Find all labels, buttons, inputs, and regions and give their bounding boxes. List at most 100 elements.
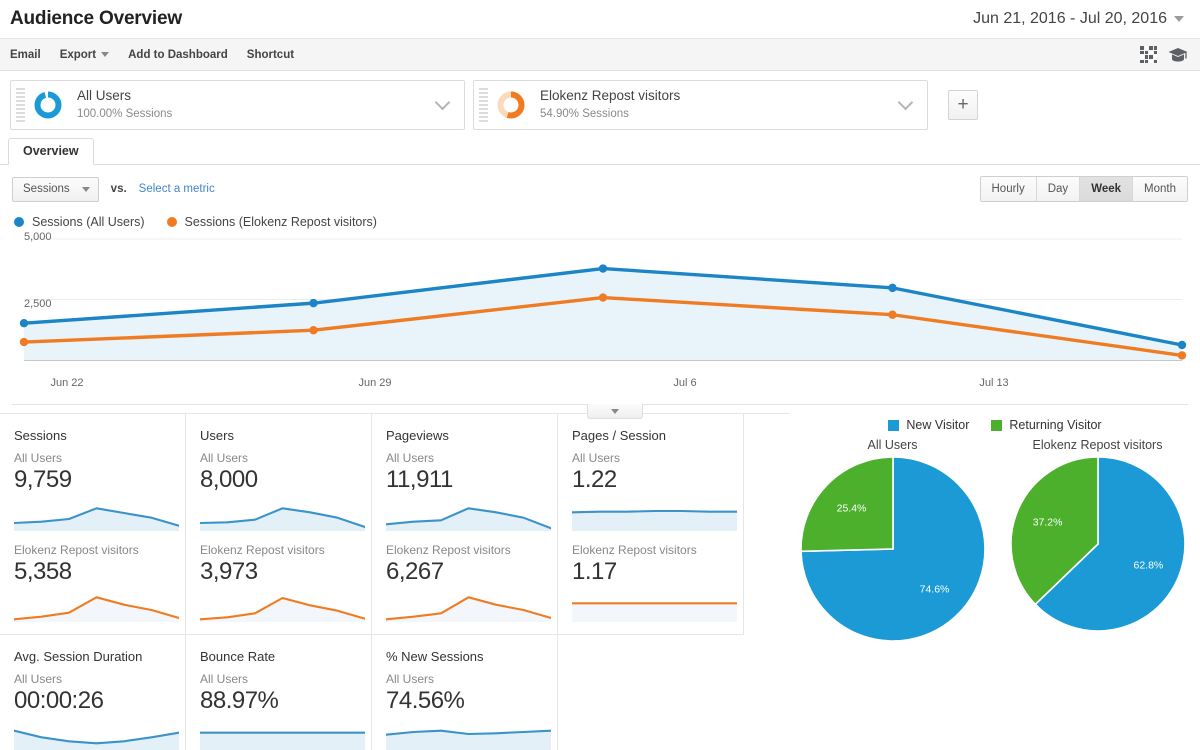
chart-canvas [19,238,1187,361]
segment-name: Elokenz Repost visitors [540,88,681,104]
legend-item-all-users[interactable]: Sessions (All Users) [14,215,145,229]
metric-title: Users [200,428,234,443]
add-segment-button[interactable]: + [948,90,978,120]
metric-title: Bounce Rate [200,649,276,665]
metric-card-pages-per-session[interactable]: Pages / Session All Users 1.22 Elokenz R… [558,414,744,635]
sparkline-all-users [14,506,179,531]
action-toolbar: Email Export Add to Dashboard Shortcut [0,38,1200,71]
pie-chart-elokenz[interactable]: 62.8% 37.2% [995,454,1200,644]
metric-card-pageviews[interactable]: Pageviews All Users 11,911 Elokenz Repos… [372,414,558,635]
chevron-down-icon [81,186,90,192]
drag-handle-icon[interactable] [16,88,25,122]
pie-legend-new-visitor[interactable]: New Visitor [888,418,969,432]
metrics-grid: Sessions All Users 9,759 Elokenz Repost … [0,414,790,750]
pie-chart-all-users[interactable]: 74.6% 25.4% [790,454,995,644]
graduation-cap-icon[interactable] [1168,47,1188,63]
chevron-down-icon[interactable] [437,97,450,105]
sparkline-all-users [572,509,737,531]
sparkline-all-users [200,731,365,750]
pie-legend-returning-visitor[interactable]: Returning Visitor [991,418,1102,432]
metric-title: Pageviews [386,428,449,443]
metric-title: Pages / Session [572,428,666,443]
select-a-metric-link[interactable]: Select a metric [139,183,215,195]
metric-card-percent-new-sessions[interactable]: % New Sessions All Users 74.56% Elokenz … [372,634,558,750]
granularity-week[interactable]: Week [1080,177,1134,201]
metric-card-sessions[interactable]: Sessions All Users 9,759 Elokenz Repost … [0,414,186,635]
metric-segment-label: All Users [386,672,435,687]
pie-title-col-elokenz: Elokenz Repost visitors [995,438,1200,454]
metric-segment-label: All Users [200,451,249,465]
segment-elokenz-repost-visitors[interactable]: Elokenz Repost visitors 54.90% Sessions [473,80,928,130]
segment-text: Elokenz Repost visitors 54.90% Sessions [540,88,680,121]
metric-card-bounce-rate[interactable]: Bounce Rate All Users 88.97% Elokenz Rep… [186,634,372,750]
pie-slice-label: 62.8% [1133,559,1163,571]
tab-overview[interactable]: Overview [8,138,94,165]
email-label: Email [10,48,41,61]
pie-charts: 74.6% 25.4% 62.8% 37.2% [790,454,1200,644]
pie-legend: New Visitor Returning Visitor [790,418,1200,432]
metric-segment-label: All Users [14,451,63,465]
new-visitor-swatch-icon [888,419,900,431]
sparkline-all-users [200,506,365,531]
vs-label: vs. [110,183,127,195]
sparkline-all-users [386,506,551,531]
sessions-timeseries-chart[interactable]: 5,000 2,500 [12,231,1188,377]
sparkline-segment [386,596,551,623]
metric-segment-label: Elokenz Repost visitors [572,542,697,557]
segment-all-users[interactable]: All Users 100.00% Sessions [10,80,465,130]
export-button[interactable]: Export [60,49,110,61]
metric-value: 9,759 [14,466,72,493]
metric-card-users[interactable]: Users All Users 8,000 Elokenz Repost vis… [186,414,372,635]
pie-title-col-all-users: All Users [790,438,995,454]
segment-sessions-pct: 54.90% Sessions [540,108,629,121]
metric-select-value: Sessions [23,183,70,195]
metric-segment-label: Elokenz Repost visitors [386,542,511,557]
granularity-day[interactable]: Day [1036,177,1081,201]
pie-title: All Users [867,438,918,452]
granularity-month[interactable]: Month [1133,177,1187,201]
grid-icon[interactable] [1140,46,1157,63]
add-to-dashboard-label: Add to Dashboard [128,48,228,61]
x-axis-tick-2: Jul 6 [673,377,697,389]
legend-dot-icon [14,217,24,227]
shortcut-button[interactable]: Shortcut [247,49,294,61]
metric-value: 00:00:26 [14,687,104,715]
metric-title: Sessions [14,428,67,443]
metric-select[interactable]: Sessions [12,176,99,202]
page-header: Audience Overview Jun 21, 2016 - Jul 20,… [0,0,1200,38]
x-axis-tick-3: Jul 13 [979,377,1009,389]
segment-donut-icon [496,90,526,120]
chart-x-axis: Jun 22 Jun 29 Jul 6 Jul 13 [12,377,1188,397]
segment-donut-icon [33,90,63,120]
metric-segment-label: All Users [14,672,63,687]
chevron-down-icon[interactable] [900,97,913,105]
granularity-toggle-group: Hourly Day Week Month [979,176,1188,202]
metric-value: 1.22 [572,466,617,493]
segment-sessions-pct: 100.00% Sessions [77,108,173,121]
date-range-picker[interactable]: Jun 21, 2016 - Jul 20, 2016 [969,8,1188,30]
pie-legend-label: New Visitor [906,418,970,432]
y-axis-tick-2500: 2,500 [24,298,52,310]
sparkline-all-users [386,729,551,750]
metric-segment-label: All Users [386,451,435,465]
shortcut-label: Shortcut [246,48,295,61]
email-button[interactable]: Email [10,49,41,61]
add-to-dashboard-button[interactable]: Add to Dashboard [128,49,228,61]
metric-value: 8,000 [200,466,258,493]
tab-bar: Overview [0,138,1200,165]
legend-label: Sessions (All Users) [32,215,145,229]
pie-title: Elokenz Repost visitors [1032,438,1163,452]
metrics-panel: Sessions All Users 9,759 Elokenz Repost … [0,413,790,750]
legend-item-elokenz[interactable]: Sessions (Elokenz Repost visitors) [166,215,377,229]
granularity-hourly[interactable]: Hourly [980,177,1037,201]
pie-slice-label: 25.4% [836,502,866,514]
metric-value: 5,358 [14,557,72,585]
metric-card-empty [558,634,744,750]
x-axis-tick-1: Jun 29 [358,377,392,389]
drag-handle-icon[interactable] [479,88,488,122]
toolbar-icons [1140,46,1188,63]
pie-canvas: 74.6% 25.4% [799,456,986,642]
metric-segment-label: Elokenz Repost visitors [200,542,325,557]
date-range-label: Jun 21, 2016 - Jul 20, 2016 [973,10,1167,27]
metric-card-avg-session-duration[interactable]: Avg. Session Duration All Users 00:00:26… [0,634,186,750]
